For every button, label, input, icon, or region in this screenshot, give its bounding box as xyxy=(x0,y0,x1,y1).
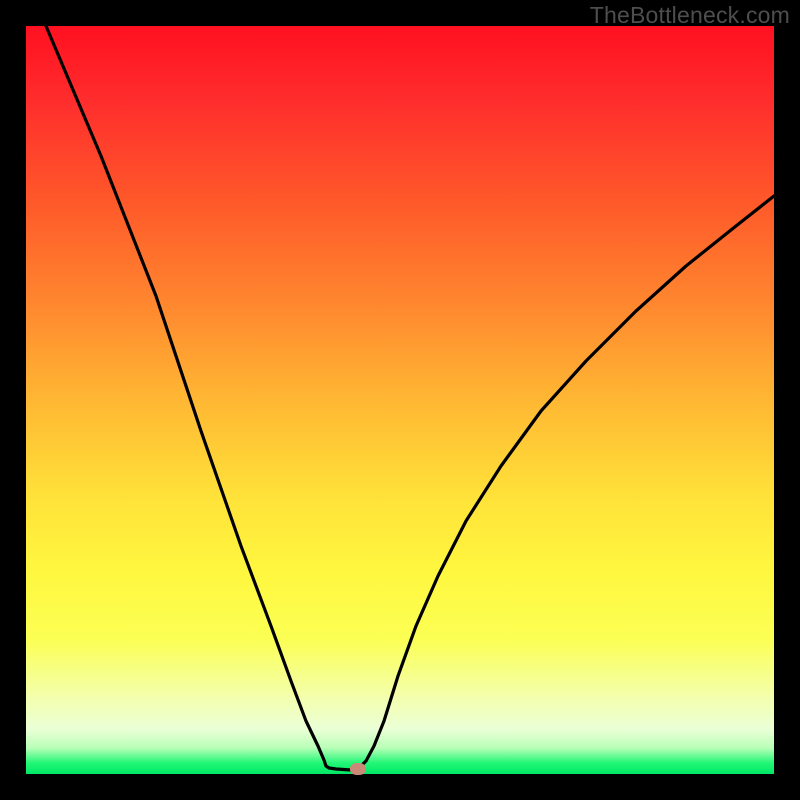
watermark-text: TheBottleneck.com xyxy=(590,2,790,29)
chart-container: TheBottleneck.com xyxy=(0,0,800,800)
curve-layer xyxy=(26,26,774,774)
plot-area xyxy=(26,26,774,774)
bottleneck-curve xyxy=(46,26,774,770)
optimal-point-marker xyxy=(350,763,366,775)
